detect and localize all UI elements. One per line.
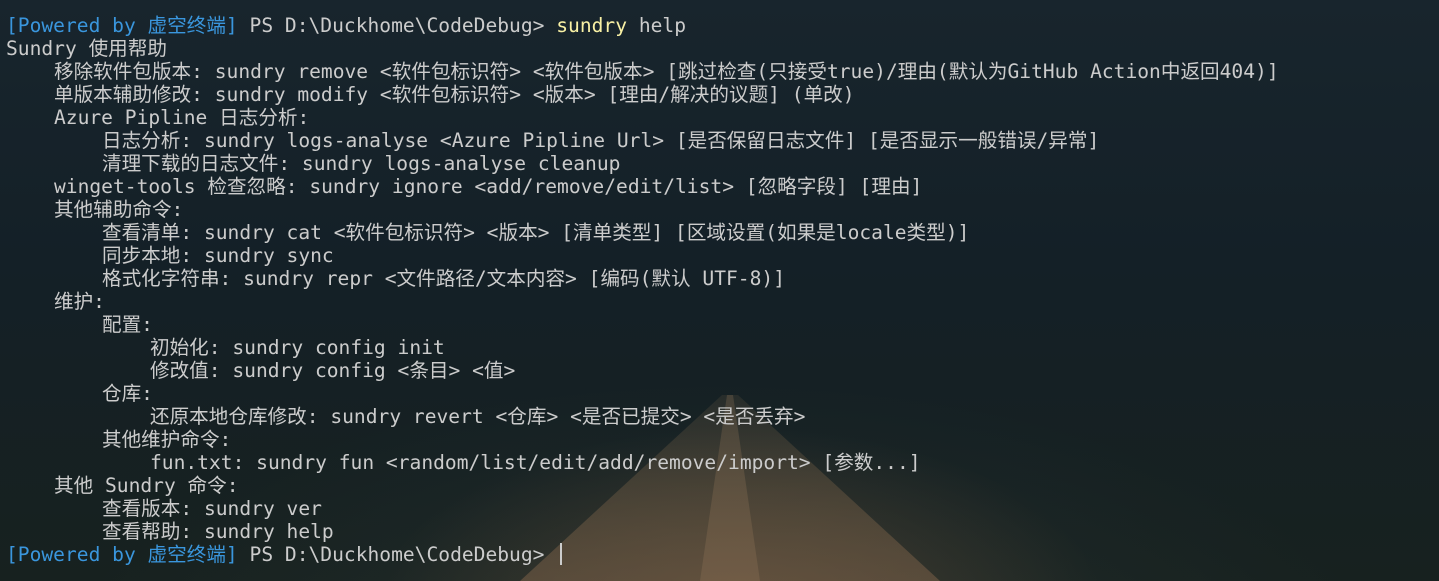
- output-line: 清理下载的日志文件: sundry logs-analyse cleanup: [102, 152, 621, 175]
- output-line: 还原本地仓库修改: sundry revert <仓库> <是否已提交> <是否…: [150, 405, 806, 428]
- output-line: 单版本辅助修改: sundry modify <软件包标识符> <版本> [理由…: [54, 83, 855, 106]
- prompt-prefix: [Powered by 虚空终端]: [6, 14, 238, 37]
- output-line: fun.txt: sundry fun <random/list/edit/ad…: [150, 451, 921, 474]
- output-line: 日志分析: sundry logs-analyse <Azure Pipline…: [102, 129, 1100, 152]
- output-line: 维护:: [54, 290, 105, 313]
- output-line: winget-tools 检查忽略: sundry ignore <add/re…: [54, 175, 923, 198]
- final-prompt-prefix: [Powered by 虚空终端]: [6, 543, 238, 566]
- output-line: 查看帮助: sundry help: [102, 520, 334, 543]
- output-line: 查看清单: sundry cat <软件包标识符> <版本> [清单类型] [区…: [102, 221, 970, 244]
- command-name: sundry: [556, 14, 628, 37]
- output-line: 其他维护命令:: [102, 428, 232, 451]
- output-line: 移除软件包版本: sundry remove <软件包标识符> <软件包版本> …: [54, 60, 1279, 83]
- output-line: 仓库:: [102, 382, 153, 405]
- terminal-output[interactable]: [Powered by 虚空终端] PS D:\Duckhome\CodeDeb…: [6, 14, 1279, 566]
- output-line: 查看版本: sundry ver: [102, 497, 322, 520]
- final-prompt-path: PS D:\Duckhome\CodeDebug>: [237, 543, 557, 566]
- help-output: Sundry 使用帮助 移除软件包版本: sundry remove <软件包标识…: [6, 37, 1279, 543]
- text-cursor[interactable]: [560, 543, 563, 565]
- output-line: Sundry 使用帮助: [6, 37, 167, 60]
- output-line: 其他辅助命令:: [54, 198, 184, 221]
- output-line: 格式化字符串: sundry repr <文件路径/文本内容> [编码(默认 U…: [102, 267, 785, 290]
- output-line: 同步本地: sundry sync: [102, 244, 334, 267]
- output-line: 修改值: sundry config <条目> <值>: [150, 359, 516, 382]
- prompt-path: PS D:\Duckhome\CodeDebug>: [237, 14, 557, 37]
- output-line: 初始化: sundry config init: [150, 336, 445, 359]
- output-line: 配置:: [102, 313, 153, 336]
- command-args: help: [627, 14, 687, 37]
- output-line: 其他 Sundry 命令:: [54, 474, 239, 497]
- output-line: Azure Pipline 日志分析:: [54, 106, 310, 129]
